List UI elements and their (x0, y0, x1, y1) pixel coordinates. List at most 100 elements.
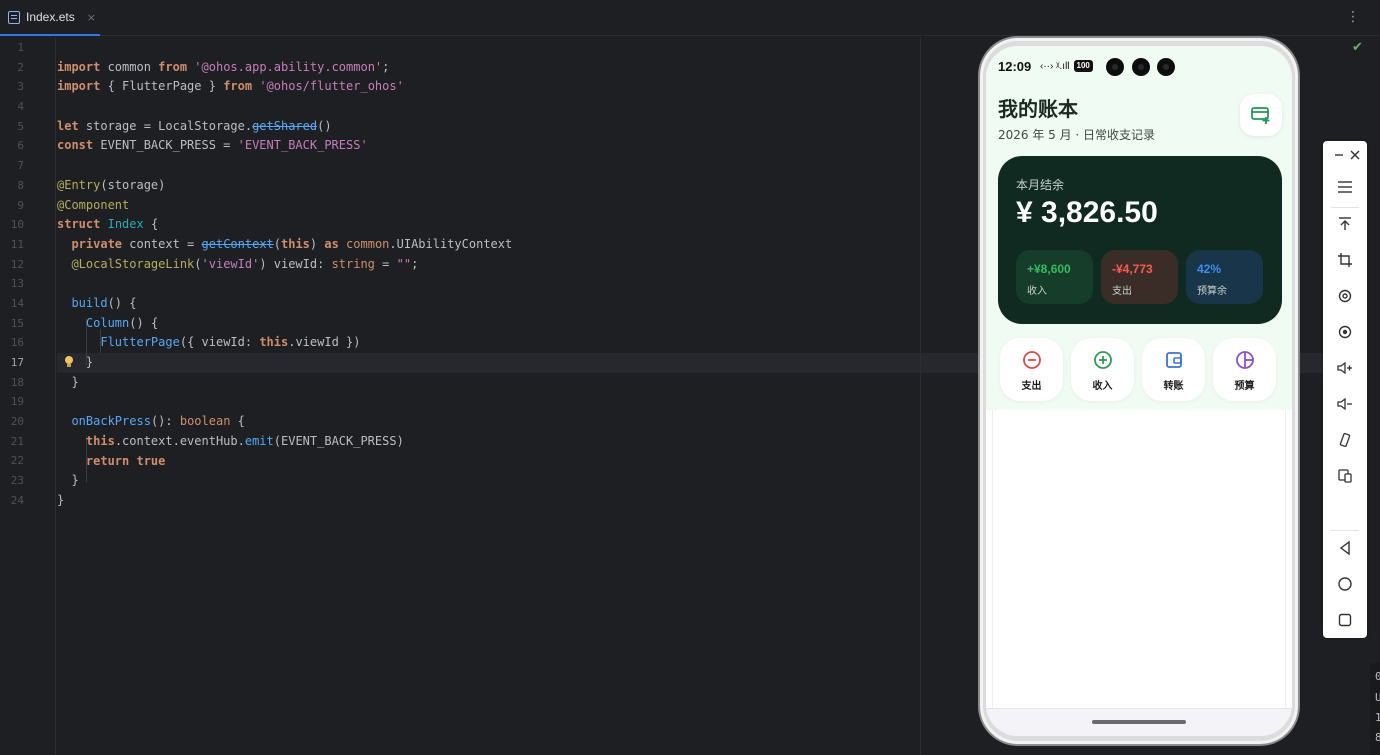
line-number: 2 (17, 61, 24, 74)
status-bar: 12:09 ‹··› ᵡ.ıll 100 (986, 56, 1292, 82)
home-icon (1338, 577, 1352, 591)
console-text: U (1375, 691, 1380, 704)
expense-value: -¥4,773 (1112, 262, 1153, 276)
line-number: 13 (10, 277, 24, 290)
console-text: 0 (1375, 670, 1380, 683)
add-record-button[interactable] (1240, 94, 1282, 136)
line-number: 20 (10, 415, 24, 428)
screenshot-button[interactable] (1323, 249, 1367, 271)
tab-label: Index.ets (26, 10, 75, 24)
location-button[interactable] (1323, 321, 1367, 343)
income-label: 收入 (1027, 286, 1047, 297)
multi-device-icon (1338, 469, 1352, 483)
line-number: 18 (10, 376, 24, 389)
pin-top-button[interactable] (1323, 213, 1367, 235)
menu-icon (1338, 181, 1352, 193)
line-number: 10 (10, 218, 24, 231)
volume-up-button[interactable] (1323, 357, 1367, 379)
rotate-button[interactable] (1323, 285, 1367, 307)
line-number: 15 (10, 317, 24, 330)
action-label: 收入 (1092, 381, 1113, 392)
back-icon (1339, 541, 1350, 555)
expense-stat: -¥4,773 支出 (1101, 250, 1178, 304)
phone-screen[interactable]: 12:09 ‹··› ᵡ.ıll 100 我的账本 2026 年 5 月 · 日… (986, 46, 1292, 736)
line-number: 7 (17, 159, 24, 172)
code-line: } (57, 493, 65, 507)
battery-icon: 100 (1073, 60, 1093, 72)
screenshot-icon (1338, 253, 1352, 267)
code-line: @Component (57, 198, 130, 212)
nav-back-button[interactable] (1323, 537, 1367, 559)
line-number: 24 (10, 494, 24, 507)
lightbulb-icon[interactable] (64, 356, 74, 368)
income-value: +¥8,600 (1027, 262, 1071, 276)
status-icons: ‹··› ᵡ.ıll 100 (1040, 60, 1093, 72)
app-subtitle: 2026 年 5 月 · 日常收支记录 (998, 128, 1156, 142)
line-number: 9 (17, 199, 24, 212)
camera-dot-icon (1132, 58, 1150, 76)
line-number-gutter: 1 2 3 4 5 6 7 8 9 10 11 12 13 14 15 16 1… (0, 37, 56, 755)
action-label: 支出 (1021, 381, 1042, 392)
navigation-bar (986, 708, 1292, 736)
add-card-icon (1251, 107, 1270, 124)
line-number: 16 (10, 336, 24, 349)
file-icon (8, 10, 20, 24)
emulator-toolbar (1323, 141, 1367, 638)
line-number-current: 17 (10, 356, 24, 369)
income-stat: +¥8,600 收入 (1016, 250, 1093, 304)
menu-button[interactable] (1323, 176, 1367, 198)
console-text: 8 (1375, 731, 1380, 744)
budget-pie-icon (1236, 351, 1254, 369)
inspection-ok-check-icon[interactable]: ✔ (1352, 40, 1363, 55)
line-number: 4 (17, 100, 24, 113)
code-line: @LocalStorageLink('viewId') viewId: stri… (71, 257, 419, 271)
code-line: let storage = LocalStorage.getShared() (57, 119, 332, 133)
phone-emulator-frame: 12:09 ‹··› ᵡ.ıll 100 我的账本 2026 年 5 月 · 日… (978, 36, 1300, 746)
volume-down-button[interactable] (1323, 393, 1367, 415)
app-title: 我的账本 (998, 97, 1078, 121)
line-number: 3 (17, 80, 24, 93)
close-icon (1350, 150, 1360, 160)
code-line: } (57, 473, 79, 487)
wallet-icon (1166, 352, 1182, 368)
code-line: private context = getContext(this) as co… (71, 237, 513, 251)
action-label: 转账 (1163, 381, 1184, 392)
income-action-button[interactable]: 收入 (1071, 338, 1134, 401)
code-line: import { FlutterPage } from '@ohos/flutt… (57, 79, 404, 93)
code-line: const EVENT_BACK_PRESS = 'EVENT_BACK_PRE… (57, 138, 368, 152)
camera-dot-icon (1157, 58, 1175, 76)
expense-label: 支出 (1112, 286, 1132, 297)
volume-up-icon (1337, 361, 1352, 375)
code-line: import common from '@ohos.app.ability.co… (57, 60, 390, 74)
line-number: 12 (10, 258, 24, 271)
expense-action-button[interactable]: 支出 (1000, 338, 1063, 401)
tab-close-icon[interactable]: × (87, 11, 96, 24)
code-line: onBackPress(): boolean { (71, 414, 245, 428)
close-button[interactable] (1333, 144, 1377, 166)
camera-dot-icon (1106, 58, 1124, 76)
shake-icon (1339, 433, 1351, 447)
line-number: 6 (17, 139, 24, 152)
balance-amount: ¥ 3,826.50 (1016, 196, 1158, 229)
status-time: 12:09 (998, 59, 1032, 74)
balance-card: 本月结余 ¥ 3,826.50 +¥8,600 收入 -¥4,773 支出 42… (998, 156, 1282, 324)
code-line: return true (85, 454, 166, 468)
home-indicator[interactable] (1092, 720, 1186, 724)
budget-action-button[interactable]: 预算 (1213, 338, 1276, 401)
tab-index-ets[interactable]: Index.ets × (0, 0, 100, 36)
transfer-action-button[interactable]: 转账 (1142, 338, 1205, 401)
editor-tab-bar: Index.ets × ⋮ (0, 0, 1380, 36)
code-line: } (57, 355, 94, 369)
line-number: 8 (17, 179, 24, 192)
plus-circle-icon (1094, 351, 1112, 369)
budget-label: 预算余 (1197, 286, 1227, 297)
code-line: FlutterPage({ viewId: this.viewId }) (100, 335, 361, 349)
line-number: 21 (10, 435, 24, 448)
more-options-icon[interactable]: ⋮ (1346, 9, 1360, 25)
nav-recents-button[interactable] (1323, 609, 1367, 631)
line-number: 11 (10, 238, 24, 251)
shake-button[interactable] (1323, 429, 1367, 451)
rotate-icon (1338, 289, 1352, 303)
multi-device-button[interactable] (1323, 465, 1367, 487)
nav-home-button[interactable] (1323, 573, 1367, 595)
